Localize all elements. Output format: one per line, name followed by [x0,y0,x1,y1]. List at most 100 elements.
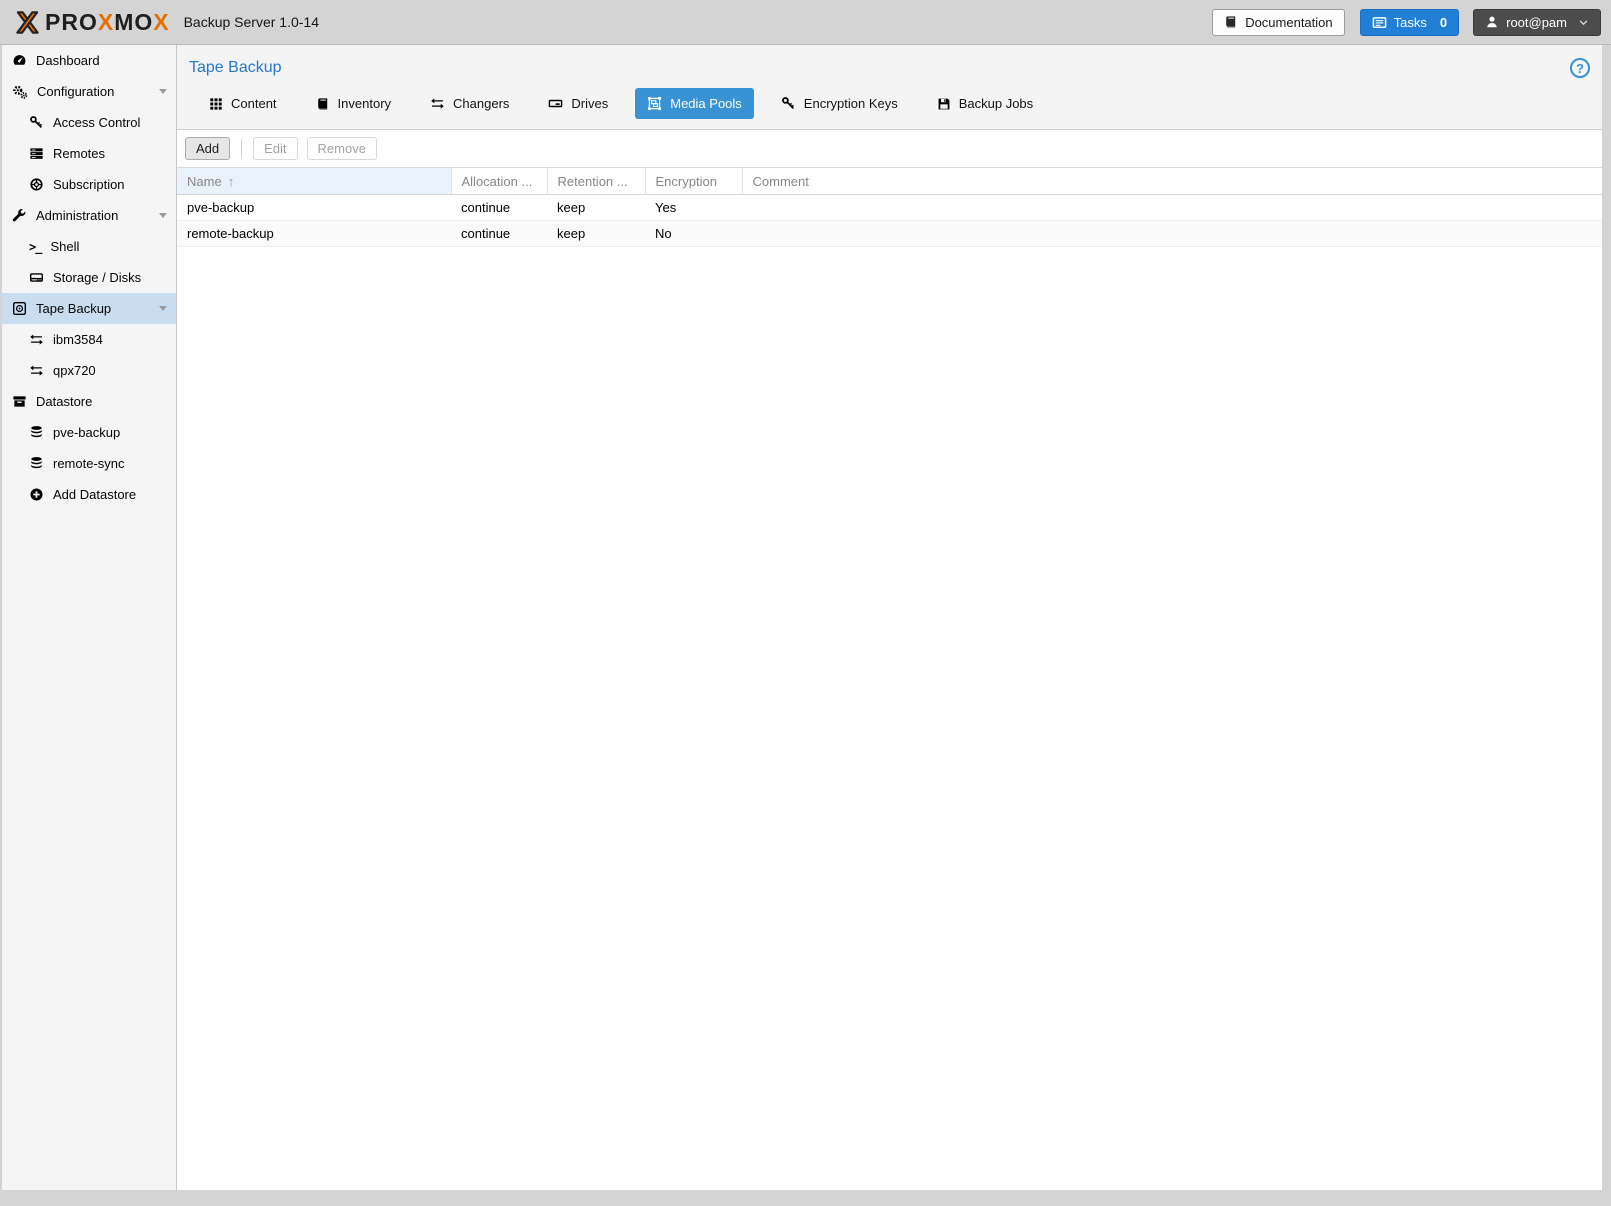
collapse-arrow-icon[interactable] [159,89,167,94]
table-row[interactable]: pve-backup continue keep Yes [177,195,1602,221]
sidebar-item-tape-backup[interactable]: Tape Backup [2,293,176,324]
tab-drives[interactable]: Drives [536,88,620,119]
cell-allocation: continue [451,195,547,221]
sidebar-item-label: Tape Backup [36,301,111,316]
exchange-icon [29,363,44,378]
sidebar-item-remote-sync[interactable]: remote-sync [2,448,176,479]
content-panel: Tape Backup ? Content Inventory [177,45,1602,1190]
tab-label: Content [231,96,277,111]
sidebar-item-label: Datastore [36,394,92,409]
user-icon [1485,15,1499,29]
help-icon[interactable]: ? [1570,58,1590,78]
tab-bar: Content Inventory Changers [177,84,1602,129]
tab-changers[interactable]: Changers [418,88,521,119]
gears-icon [12,84,28,100]
table-empty-area [177,247,1602,1190]
tab-label: Backup Jobs [959,96,1033,111]
sidebar-item-label: ibm3584 [53,332,103,347]
table-row[interactable]: remote-backup continue keep No [177,221,1602,247]
column-header-name[interactable]: Name↑ [177,168,451,195]
sidebar-item-label: Shell [50,239,79,254]
sidebar-item-dashboard[interactable]: Dashboard [2,45,176,76]
sidebar-item-qpx720[interactable]: qpx720 [2,355,176,386]
sidebar-item-administration[interactable]: Administration [2,200,176,231]
object-group-icon [647,96,662,111]
remotes-icon [29,146,44,161]
collapse-arrow-icon[interactable] [159,213,167,218]
sidebar-item-label: Storage / Disks [53,270,141,285]
sidebar-item-access-control[interactable]: Access Control [2,107,176,138]
wrench-icon [12,208,27,223]
cell-retention: keep [547,195,645,221]
cell-encryption: Yes [645,195,742,221]
sidebar-item-configuration[interactable]: Configuration [2,76,176,107]
sidebar-item-subscription[interactable]: Subscription [2,169,176,200]
topbar: PROXMOX Backup Server 1.0-14 Documentati… [0,0,1611,45]
sidebar-item-label: Configuration [37,84,114,99]
sidebar-item-pve-backup[interactable]: pve-backup [2,417,176,448]
cell-encryption: No [645,221,742,247]
edit-button[interactable]: Edit [253,137,297,160]
collapse-arrow-icon[interactable] [159,306,167,311]
documentation-button[interactable]: Documentation [1212,9,1344,36]
column-header-allocation[interactable]: Allocation ... [451,168,547,195]
toolbar-separator [241,139,242,158]
column-header-comment[interactable]: Comment [742,168,1602,195]
sidebar-item-ibm3584[interactable]: ibm3584 [2,324,176,355]
key-icon [29,115,44,130]
sidebar-item-datastore[interactable]: Datastore [2,386,176,417]
sort-ascending-icon: ↑ [228,174,235,189]
book-icon [316,97,330,111]
cell-name: remote-backup [177,221,451,247]
column-header-encryption[interactable]: Encryption [645,168,742,195]
dashboard-icon [12,53,27,68]
media-pools-table: Name↑ Allocation ... Retention ... Encry… [177,167,1602,247]
cell-comment [742,221,1602,247]
remove-button[interactable]: Remove [307,137,377,160]
add-button[interactable]: Add [185,137,230,160]
documentation-label: Documentation [1245,15,1332,30]
tab-content[interactable]: Content [197,88,289,119]
column-header-retention[interactable]: Retention ... [547,168,645,195]
floppy-icon [937,97,951,111]
sidebar-item-label: remote-sync [53,456,125,471]
logo-text: PROXMOX [45,11,170,34]
cell-allocation: continue [451,221,547,247]
tape-icon [12,301,27,316]
task-list-icon [1372,15,1387,30]
tab-media-pools[interactable]: Media Pools [635,88,754,119]
tab-label: Drives [571,96,608,111]
drive-icon [548,96,563,111]
exchange-icon [29,332,44,347]
tasks-count-badge: 0 [1440,15,1447,30]
sidebar-item-label: Subscription [53,177,125,192]
tab-label: Encryption Keys [804,96,898,111]
tab-encryption-keys[interactable]: Encryption Keys [769,88,910,119]
tab-inventory[interactable]: Inventory [304,88,403,119]
sidebar-item-label: Access Control [53,115,140,130]
content-header: Tape Backup ? Content Inventory [177,45,1602,130]
sidebar-item-remotes[interactable]: Remotes [2,138,176,169]
exchange-icon [430,96,445,111]
tab-backup-jobs[interactable]: Backup Jobs [925,88,1045,119]
tab-label: Changers [453,96,509,111]
sidebar-item-add-datastore[interactable]: Add Datastore [2,479,176,510]
cell-comment [742,195,1602,221]
app-title: Backup Server 1.0-14 [184,14,319,30]
user-menu-button[interactable]: root@pam [1473,9,1601,36]
database-icon [29,456,44,471]
grid-icon [209,97,223,111]
toolbar: Add Edit Remove [177,130,1602,167]
tasks-button[interactable]: Tasks 0 [1360,9,1459,36]
sidebar-item-shell[interactable]: >_ Shell [2,231,176,262]
sidebar-item-label: Administration [36,208,118,223]
sidebar-item-label: pve-backup [53,425,120,440]
archive-icon [12,394,27,409]
tab-label: Inventory [338,96,391,111]
chevron-down-icon [1578,17,1589,28]
sidebar: Dashboard Configuration Access Control R… [2,45,177,1190]
tasks-label: Tasks [1394,15,1427,30]
cell-retention: keep [547,221,645,247]
proxmox-logo: PROXMOX [14,9,170,36]
sidebar-item-storage-disks[interactable]: Storage / Disks [2,262,176,293]
